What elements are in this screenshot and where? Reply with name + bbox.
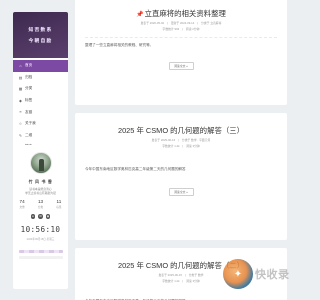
profile-name: 竹 风 书 香 [28, 179, 53, 184]
home-icon: ⌂ [19, 63, 22, 68]
date-display: 2024年09月18日 星期三 [26, 237, 55, 241]
avatar[interactable] [29, 152, 52, 174]
word-count: 字数统计 1.4k [162, 144, 180, 148]
post-category[interactable]: 分类于 数学 [189, 273, 204, 277]
stat-value: 13 [37, 199, 44, 205]
menu-item-links[interactable]: ≡ 友链 [13, 106, 68, 118]
menu-item-qrcode[interactable]: ✎ 二维 [13, 130, 68, 142]
post-excerpt: 今年中国东南地区数学奥林匹克高二年级第二天的几何题的解答 [85, 167, 186, 171]
stat-tags[interactable]: 11 标签 [56, 199, 61, 209]
menu-item-tags[interactable]: ◆ 标签 [13, 95, 68, 107]
post-title[interactable]: 2025 年 CSMO 的几何题的解答（三） [75, 113, 287, 136]
menu-label: 二维 [25, 132, 33, 137]
read-time: 阅读 3分钟 [186, 144, 200, 148]
decorative-stripe [18, 249, 63, 253]
post-title[interactable]: 📌立直麻将的相关资料整理 [75, 0, 287, 19]
profile-card: 竹 风 书 香 读书本是修身清心 学无止境书山有路勤为径 74 文章 13 分类… [13, 145, 68, 289]
pencil-icon: ✎ [18, 133, 23, 138]
sidebar: 知否数系 今朝自励 ⌂ 首页 ▤ 归档 ▦ 分类 ◆ 标签 ≡ 友链 ☺ 关于我… [13, 12, 68, 156]
stat-value: 11 [56, 199, 62, 205]
social-links: ● ✉ ◉ [30, 214, 51, 219]
menu-label: 首页 [25, 63, 33, 68]
menu-item-about[interactable]: ☺ 关于我 [13, 118, 68, 130]
decorative-stripe [18, 255, 63, 259]
post-card: 📌立直麻将的相关资料整理 发表于 2020-05-02 | 更新于 2024-0… [75, 0, 287, 105]
menu-label: 关于我 [25, 121, 36, 126]
stat-categories[interactable]: 13 分类 [38, 199, 43, 209]
menu-item-home[interactable]: ⌂ 首页 [13, 60, 68, 72]
post-meta: 发表于 2020-05-02 | 更新于 2024-09-14 | 分类于 立直… [140, 21, 222, 25]
word-count: 字数统计 1.2k [162, 279, 180, 283]
post-updated: 更新于 2024-09-14 [170, 21, 195, 25]
stat-value: 74 [19, 199, 25, 205]
read-more-button[interactable]: 阅读全文 » [168, 62, 194, 70]
menu-label: 标签 [25, 98, 33, 103]
github-icon[interactable]: ● [30, 214, 36, 219]
post-meta: 发表于 2025-06-16 | 分类于 数学 · 平面几何 [151, 138, 211, 142]
menu-item-archive[interactable]: ▤ 归档 [13, 72, 68, 84]
clock: 10:56:10 [20, 224, 61, 234]
stat-label: 标签 [56, 206, 62, 210]
mail-icon[interactable]: ✉ [38, 214, 43, 219]
stat-posts[interactable]: 74 文章 [20, 199, 25, 209]
menu-label: 分类 [25, 86, 33, 91]
pin-icon: 📌 [136, 12, 144, 18]
tag-icon: ◆ [19, 99, 22, 104]
menu-label: 友链 [25, 109, 33, 114]
read-more-button[interactable]: 阅读全文 » [168, 188, 194, 196]
post-card: 2025 年 CSMO 的几何题的解答（三） 发表于 2025-06-16 | … [75, 113, 287, 240]
stat-label: 文章 [19, 206, 25, 210]
post-category[interactable]: 分类于 数学 · 平面几何 [182, 138, 210, 142]
categories-icon: ▦ [18, 87, 23, 92]
watermark-text: 快收录 [255, 269, 290, 281]
menu-item-categories[interactable]: ▦ 分类 [13, 83, 68, 95]
read-time: 阅读 2分钟 [185, 27, 200, 31]
link-icon: ≡ [19, 110, 22, 115]
archive-icon: ▤ [18, 75, 23, 80]
nav-menu: ⌂ 首页 ▤ 归档 ▦ 分类 ◆ 标签 ≡ 友链 ☺ 关于我 ✎ 二维 ⌕ 搜索 [13, 58, 68, 156]
watermark: ✦ 快收录 [223, 253, 300, 295]
word-count: 字数统计 993 [162, 27, 180, 31]
post-title-text: 立直麻将的相关资料整理 [144, 9, 226, 18]
site-brand[interactable]: 知否数系 今朝自励 [13, 12, 68, 58]
post-date: 发表于 2025-06-16 [151, 138, 176, 142]
profile-stats: 74 文章 13 分类 11 标签 [20, 199, 62, 209]
brand-line-1: 知否数系 [28, 27, 53, 33]
brand-line-2: 今朝自励 [28, 38, 53, 44]
read-time: 阅读 3分钟 [186, 279, 200, 283]
post-date: 发表于 2020-05-02 [140, 21, 165, 25]
menu-label: 归档 [25, 74, 33, 79]
rss-icon[interactable]: ◉ [45, 214, 51, 219]
post-stats: 字数统计 993 | 阅读 2分钟 [162, 27, 200, 31]
profile-description: 读书本是修身清心 学无止境书山有路勤为径 [25, 187, 56, 195]
user-icon: ☺ [18, 121, 23, 126]
post-date: 发表于 2025-06-15 [158, 273, 182, 277]
post-excerpt: 整理了一些立直麻将相关的教程、研究等。 [85, 43, 154, 47]
watermark-logo-icon: ✦ [223, 259, 253, 289]
post-category[interactable]: 分类于 立直麻将 [201, 21, 221, 25]
stat-label: 分类 [37, 206, 44, 210]
